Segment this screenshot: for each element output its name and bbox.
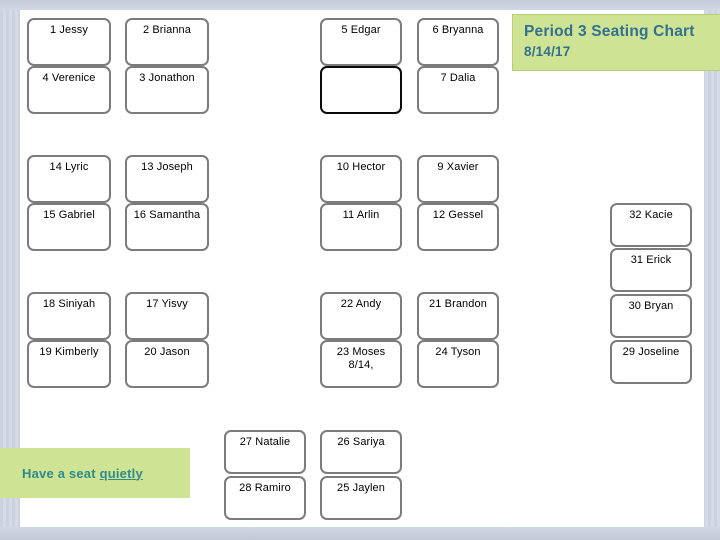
desk-label: 13 Joseph [141, 161, 193, 173]
desk-label: 10 Hector [336, 161, 386, 173]
desk-empty[interactable] [320, 66, 402, 114]
desk-label: 27 Natalie [239, 436, 291, 448]
desk[interactable]: 32 Kacie [610, 203, 692, 247]
desk[interactable]: 15 Gabriel [27, 203, 111, 251]
instruction-text: Have a seat quietly [22, 466, 143, 481]
desk-label: 21 Brandon [429, 298, 487, 310]
desk-label: 29 Joseline [622, 346, 680, 358]
desk[interactable]: 24 Tyson [417, 340, 499, 388]
desk[interactable]: 11 Arlin [320, 203, 402, 251]
desk[interactable]: 19 Kimberly [27, 340, 111, 388]
desk[interactable]: 22 Andy [320, 292, 402, 340]
desk[interactable]: 20 Jason [125, 340, 209, 388]
desk[interactable]: 9 Xavier [417, 155, 499, 203]
desk[interactable]: 26 Sariya [320, 430, 402, 474]
desk-label: 4 Verenice [42, 72, 96, 84]
desk[interactable]: 10 Hector [320, 155, 402, 203]
desk-label: 5 Edgar [341, 24, 381, 36]
desk[interactable]: 18 Siniyah [27, 292, 111, 340]
desk-label: 31 Erick [630, 254, 672, 266]
desk[interactable]: 29 Joseline [610, 340, 692, 384]
desk[interactable]: 14 Lyric [27, 155, 111, 203]
desk-label: 24 Tyson [435, 346, 481, 358]
desk-label: 11 Arlin [342, 209, 380, 221]
desk-label: 18 Siniyah [42, 298, 96, 310]
desk[interactable]: 1 Jessy [27, 18, 111, 66]
desk[interactable]: 4 Verenice [27, 66, 111, 114]
desk[interactable]: 3 Jonathon [125, 66, 209, 114]
desk-label: 15 Gabriel [43, 209, 95, 221]
desk[interactable]: 12 Gessel [417, 203, 499, 251]
desk-label: 3 Jonathon [139, 72, 195, 84]
instruction-banner: Have a seat quietly [0, 448, 190, 498]
desk-label: 22 Andy [340, 298, 382, 310]
slide-frame-bottom-shade [0, 527, 720, 540]
desk-label: 25 Jaylen [337, 482, 385, 494]
slide-frame-top-shade [0, 0, 720, 10]
desk[interactable]: 16 Samantha [125, 203, 209, 251]
instruction-text-emphasis: quietly [99, 465, 143, 481]
chart-title: Period 3 Seating Chart [524, 23, 695, 40]
desk[interactable]: 2 Brianna [125, 18, 209, 66]
desk-label: 26 Sariya [337, 436, 385, 448]
instruction-text-prefix: Have a seat [22, 465, 100, 481]
desk-label: 20 Jason [144, 346, 190, 358]
desk[interactable]: 30 Bryan [610, 294, 692, 338]
desk-label: 12 Gessel [432, 209, 484, 221]
desk-label: 23 Moses 8/14, [336, 346, 386, 371]
desk-label: 16 Samantha [133, 209, 201, 221]
desk-label: 9 Xavier [437, 161, 479, 173]
desk[interactable]: 6 Bryanna [417, 18, 499, 66]
seating-chart-slide: 1 Jessy 2 Brianna 4 Verenice 3 Jonathon 5 Ed… [0, 0, 720, 540]
desk-label: 30 Bryan [628, 300, 674, 312]
desk[interactable]: 27 Natalie [224, 430, 306, 474]
desk[interactable]: 21 Brandon [417, 292, 499, 340]
desk[interactable]: 28 Ramiro [224, 476, 306, 520]
desk-label: 32 Kacie [629, 209, 673, 221]
desk-label: 17 Yisvy [146, 298, 188, 310]
desk[interactable]: 25 Jaylen [320, 476, 402, 520]
desk[interactable]: 31 Erick [610, 248, 692, 292]
desk-label: 2 Brianna [143, 24, 191, 36]
desk-label: 19 Kimberly [39, 346, 99, 358]
desk[interactable]: 13 Joseph [125, 155, 209, 203]
desk-label: 28 Ramiro [239, 482, 291, 494]
desk[interactable]: 17 Yisvy [125, 292, 209, 340]
desk[interactable]: 5 Edgar [320, 18, 402, 66]
desk[interactable]: 23 Moses 8/14, [320, 340, 402, 388]
title-banner: Period 3 Seating Chart 8/14/17 [512, 14, 720, 71]
desk-label: 7 Dalia [440, 72, 476, 84]
chart-date: 8/14/17 [524, 44, 571, 59]
desk-label: 6 Bryanna [432, 24, 484, 36]
desk[interactable]: 7 Dalia [417, 66, 499, 114]
desk-label: 14 Lyric [49, 161, 89, 173]
desk-label: 1 Jessy [50, 24, 88, 36]
